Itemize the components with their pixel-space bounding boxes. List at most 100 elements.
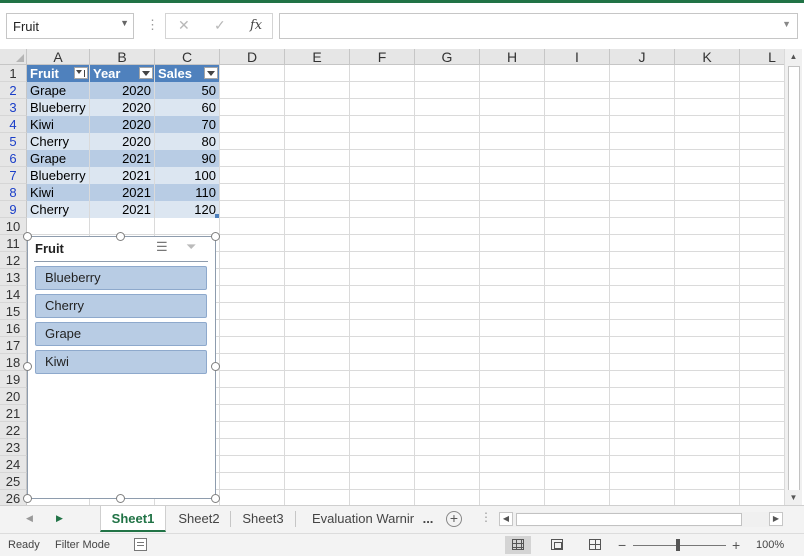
column-header-b[interactable]: B [90, 49, 155, 65]
row-header-1[interactable]: 1 [0, 65, 27, 82]
table-cell[interactable]: 2021 [90, 201, 154, 218]
row-header-15[interactable]: 15 [0, 303, 27, 320]
table-cell[interactable]: 2021 [90, 150, 154, 167]
table-cell[interactable]: 60 [155, 99, 219, 116]
table-cell[interactable]: 2020 [90, 133, 154, 150]
table-cell[interactable]: 100 [155, 167, 219, 184]
slicer-resize-handle[interactable] [23, 362, 32, 371]
row-header-20[interactable]: 20 [0, 388, 27, 405]
column-header-l[interactable]: L [740, 49, 784, 65]
table-cell[interactable]: 80 [155, 133, 219, 150]
sheet-tab-sheet2[interactable]: Sheet2 [168, 506, 230, 532]
table-cell[interactable]: 50 [155, 82, 219, 99]
column-header-e[interactable]: E [285, 49, 350, 65]
tab-split-grip[interactable]: ⋮ [480, 510, 492, 524]
next-sheet-icon[interactable]: ▶ [56, 513, 63, 524]
sheet-tab-sheet1[interactable]: Sheet1 [100, 506, 166, 532]
table-cell[interactable]: 2020 [90, 99, 154, 116]
row-header-10[interactable]: 10 [0, 218, 27, 235]
row-header-3[interactable]: 3 [0, 99, 27, 116]
slicer-item-blueberry[interactable]: Blueberry [35, 266, 207, 290]
row-header-19[interactable]: 19 [0, 371, 27, 388]
column-header-k[interactable]: K [675, 49, 740, 65]
slicer-resize-handle[interactable] [211, 494, 220, 503]
filter-dropdown-icon[interactable] [139, 67, 153, 79]
filter-dropdown-icon[interactable] [204, 67, 218, 79]
column-header-g[interactable]: G [415, 49, 480, 65]
prev-sheet-icon[interactable]: ◀ [26, 513, 33, 524]
slicer-resize-handle[interactable] [116, 494, 125, 503]
row-header-8[interactable]: 8 [0, 184, 27, 201]
table-cell[interactable]: 2020 [90, 116, 154, 133]
row-header-9[interactable]: 9 [0, 201, 27, 218]
vertical-scrollbar[interactable]: ▲ ▼ [784, 49, 802, 505]
row-header-6[interactable]: 6 [0, 150, 27, 167]
table-cell[interactable]: Blueberry [27, 99, 89, 116]
filter-applied-icon[interactable] [74, 67, 88, 79]
row-header-24[interactable]: 24 [0, 456, 27, 473]
add-sheet-icon[interactable]: + [446, 511, 462, 527]
horizontal-scroll-thumb[interactable] [516, 513, 742, 526]
column-header-i[interactable]: I [545, 49, 610, 65]
table-cell[interactable]: 90 [155, 150, 219, 167]
normal-view-button[interactable] [505, 536, 531, 554]
fruit-slicer[interactable]: Fruit ☰ ⏷ Blueberry Cherry Grape Kiwi [27, 236, 216, 499]
table-cell[interactable]: Grape [27, 150, 89, 167]
zoom-level[interactable]: 100% [756, 539, 784, 551]
scroll-left-icon[interactable]: ◀ [499, 512, 513, 526]
scroll-down-icon[interactable]: ▼ [785, 490, 802, 505]
sheet-tab-sheet3[interactable]: Sheet3 [232, 506, 294, 532]
column-header-h[interactable]: H [480, 49, 545, 65]
column-header-c[interactable]: C [155, 49, 220, 65]
row-header-17[interactable]: 17 [0, 337, 27, 354]
horizontal-scrollbar[interactable]: ◀ ▶ [499, 512, 783, 527]
table-cell[interactable]: Cherry [27, 133, 89, 150]
table-cell[interactable]: Blueberry [27, 167, 89, 184]
sheet-tab-evaluation-warning[interactable]: Evaluation Warnir [305, 506, 415, 532]
enter-icon[interactable]: ✓ [214, 17, 226, 34]
table-cell[interactable]: Grape [27, 82, 89, 99]
slicer-resize-handle[interactable] [23, 232, 32, 241]
slicer-resize-handle[interactable] [23, 494, 32, 503]
table-cell[interactable]: 110 [155, 184, 219, 201]
row-header-13[interactable]: 13 [0, 269, 27, 286]
slicer-item-kiwi[interactable]: Kiwi [35, 350, 207, 374]
insert-function-icon[interactable]: fx [250, 18, 262, 33]
slicer-resize-handle[interactable] [211, 232, 220, 241]
worksheet-grid[interactable]: A B C D E F G H I J K L 1 2 3 4 5 6 7 8 9 10 11 12 13 14 15 16 17 18 1… [0, 49, 784, 505]
row-header-2[interactable]: 2 [0, 82, 27, 99]
zoom-out-button[interactable]: − [618, 537, 626, 553]
column-header-j[interactable]: J [610, 49, 675, 65]
clear-filter-icon[interactable]: ⏷ [186, 239, 204, 255]
table-cell[interactable]: 2020 [90, 82, 154, 99]
column-header-a[interactable]: A [27, 49, 90, 65]
row-header-7[interactable]: 7 [0, 167, 27, 184]
formula-input[interactable]: ▼ [279, 13, 798, 39]
zoom-slider-thumb[interactable] [676, 539, 680, 551]
table-cell[interactable]: Cherry [27, 201, 89, 218]
table-cell[interactable]: 2021 [90, 167, 154, 184]
row-header-25[interactable]: 25 [0, 473, 27, 490]
row-header-23[interactable]: 23 [0, 439, 27, 456]
scroll-up-icon[interactable]: ▲ [785, 49, 802, 64]
slicer-resize-handle[interactable] [116, 232, 125, 241]
macro-recording-icon[interactable] [134, 538, 147, 551]
slicer-resize-handle[interactable] [211, 362, 220, 371]
table-cell[interactable]: Kiwi [27, 184, 89, 201]
table-cell[interactable]: 2021 [90, 184, 154, 201]
row-header-5[interactable]: 5 [0, 133, 27, 150]
row-header-22[interactable]: 22 [0, 422, 27, 439]
chevron-down-icon[interactable]: ▼ [120, 18, 129, 28]
row-header-16[interactable]: 16 [0, 320, 27, 337]
cancel-icon[interactable]: ✕ [178, 17, 190, 34]
row-header-12[interactable]: 12 [0, 252, 27, 269]
column-header-d[interactable]: D [220, 49, 285, 65]
multi-select-icon[interactable]: ☰ [156, 239, 174, 255]
row-header-14[interactable]: 14 [0, 286, 27, 303]
zoom-in-button[interactable]: + [732, 537, 740, 553]
row-header-4[interactable]: 4 [0, 116, 27, 133]
row-header-21[interactable]: 21 [0, 405, 27, 422]
name-box[interactable]: Fruit ▼ [6, 13, 134, 39]
more-sheets-button[interactable]: ... [417, 506, 439, 532]
slicer-item-grape[interactable]: Grape [35, 322, 207, 346]
